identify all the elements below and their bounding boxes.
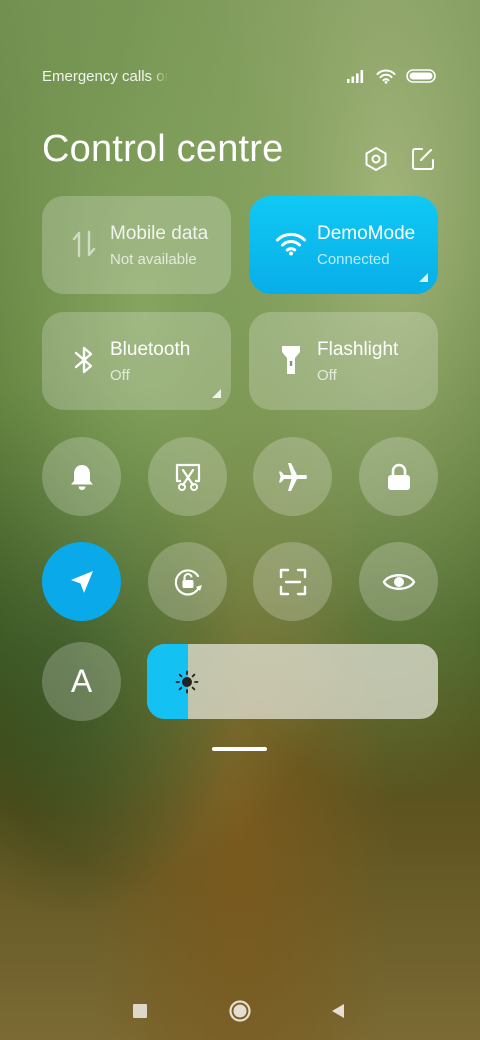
- wifi-tile[interactable]: DemoMode Connected: [249, 196, 438, 294]
- scanner-icon: [279, 568, 306, 595]
- bluetooth-label: Bluetooth: [110, 339, 191, 360]
- sun-icon: [175, 670, 199, 694]
- square-icon: [133, 1004, 147, 1018]
- flashlight-tile[interactable]: Flashlight Off: [249, 312, 438, 410]
- auto-brightness-icon: A: [70, 663, 93, 699]
- settings-icon: [365, 147, 387, 171]
- airplane-toggle[interactable]: [253, 437, 332, 516]
- airplane-icon: [278, 462, 307, 491]
- wifi-expand-indicator[interactable]: [419, 273, 428, 282]
- location-icon: [70, 570, 93, 593]
- wifi-status-icon: [376, 69, 396, 84]
- wifi-icon: [275, 228, 307, 260]
- drag-handle[interactable]: [212, 747, 267, 751]
- mobile-data-label: Mobile data: [110, 223, 209, 244]
- flashlight-icon: [275, 344, 307, 376]
- rotation-lock-toggle[interactable]: [148, 542, 227, 621]
- reading-mode-toggle[interactable]: [359, 542, 438, 621]
- flashlight-status: Off: [317, 367, 337, 384]
- lock-screen-toggle[interactable]: [359, 437, 438, 516]
- back-button[interactable]: [325, 998, 351, 1024]
- back-triangle-icon: [332, 1004, 344, 1018]
- edit-icon: [412, 148, 434, 170]
- home-button[interactable]: [227, 998, 253, 1024]
- bluetooth-tile[interactable]: Bluetooth Off: [42, 312, 231, 410]
- status-text: Emergency calls only: [42, 67, 168, 85]
- wifi-label: DemoMode: [317, 223, 416, 244]
- mobile-data-icon: [68, 228, 100, 260]
- mobile-data-tile[interactable]: Mobile data Not available: [42, 196, 231, 294]
- bluetooth-expand-indicator[interactable]: [212, 389, 221, 398]
- home-circle-icon: [229, 1000, 251, 1022]
- edit-button[interactable]: [410, 146, 436, 172]
- wifi-status: Connected: [317, 251, 390, 268]
- location-toggle[interactable]: [42, 542, 121, 621]
- auto-brightness-toggle[interactable]: A: [42, 642, 121, 721]
- screenshot-toggle[interactable]: [148, 437, 227, 516]
- page-title: Control centre: [42, 128, 284, 170]
- bluetooth-status: Off: [110, 367, 130, 384]
- status-icons: [346, 69, 436, 84]
- flashlight-label: Flashlight: [317, 339, 399, 360]
- lock-icon: [387, 463, 410, 490]
- status-bar: Emergency calls only: [42, 66, 436, 86]
- scanner-toggle[interactable]: [253, 542, 332, 621]
- brightness-slider[interactable]: [147, 644, 438, 719]
- eye-icon: [382, 573, 415, 590]
- mobile-data-status: Not available: [110, 251, 197, 268]
- sound-toggle[interactable]: [42, 437, 121, 516]
- bell-icon: [70, 464, 93, 490]
- settings-button[interactable]: [363, 146, 389, 172]
- screenshot-icon: [175, 463, 200, 491]
- bluetooth-icon: [68, 344, 100, 376]
- signal-icon: [347, 70, 364, 83]
- recents-button[interactable]: [127, 998, 153, 1024]
- battery-icon: [406, 69, 436, 83]
- rotation-lock-icon: [174, 568, 202, 596]
